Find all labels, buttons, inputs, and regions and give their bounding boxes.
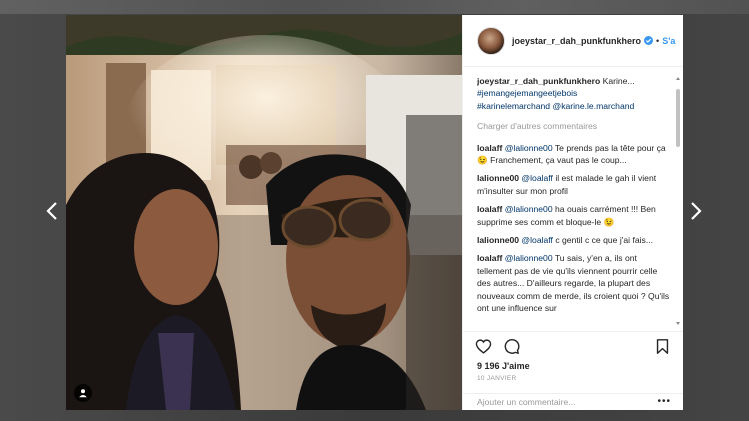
post-modal: joeystar_r_dah_punkfunkhero • S'a joeyst… [66,15,683,410]
header-separator: • [656,35,660,46]
caption: joeystar_r_dah_punkfunkhero Karine... #j… [477,75,671,112]
chevron-left-icon [46,202,57,220]
follow-button[interactable]: S'a [662,36,675,46]
next-post-button[interactable] [686,198,706,224]
comment-item: loalaff @lalionne00 Tu sais, y'en a, ils… [477,252,671,314]
post-photo[interactable] [66,15,462,410]
post-header: joeystar_r_dah_punkfunkhero • S'a [463,15,683,67]
comment-username[interactable]: lalionne00 [477,173,519,183]
hashtag-link[interactable]: #karinelemarchand [477,101,550,111]
comment-bubble-icon[interactable] [503,338,520,355]
chevron-right-icon [691,202,702,220]
add-comment-input[interactable] [477,396,657,408]
scroll-up-arrow-icon[interactable] [676,77,680,80]
comment-item: loalaff @lalionne00 ha ouais carrément !… [477,203,671,228]
comment-list[interactable]: joeystar_r_dah_punkfunkhero Karine... #j… [477,75,671,329]
comment-item: loalaff @lalionne00 Te prends pas la têt… [477,142,671,167]
comment-username[interactable]: loalaff [477,253,502,263]
user-tag-icon[interactable] [74,384,92,402]
comment-item: lalionne00 @loalaff c gentil c ce que j'… [477,234,671,246]
scrollbar-thumb[interactable] [676,89,680,147]
load-more-comments-link[interactable]: Charger d'autres commentaires [477,120,671,132]
avatar[interactable] [477,26,505,55]
post-side-panel: joeystar_r_dah_punkfunkhero • S'a joeyst… [462,15,683,410]
previous-post-button[interactable] [42,198,62,224]
verified-badge-icon [644,36,654,45]
comment-mention[interactable]: @lalionne00 [505,143,553,153]
add-comment-bar: ••• [463,393,683,410]
selfie-photo [66,15,462,410]
bookmark-icon[interactable] [654,338,671,355]
like-count[interactable]: 9 196 J'aime [477,361,530,371]
comment-mention[interactable]: @loalaff [521,235,553,245]
heart-icon[interactable] [475,338,492,355]
header-username[interactable]: joeystar_r_dah_punkfunkhero [512,36,641,46]
comment-mention[interactable]: @loalaff [521,173,553,183]
comment-username[interactable]: loalaff [477,143,502,153]
hashtag-link[interactable]: #jemangejemangeetjebois [477,88,577,98]
caption-username[interactable]: joeystar_r_dah_punkfunkhero [477,76,600,86]
comment-username[interactable]: loalaff [477,204,502,214]
caption-mention[interactable]: @karine.le.marchand [550,101,634,111]
comment-username[interactable]: lalionne00 [477,235,519,245]
post-date[interactable]: 10 JANVIER [477,375,517,382]
comment-mention[interactable]: @lalionne00 [505,204,553,214]
scroll-down-arrow-icon[interactable] [676,322,680,325]
comment-text: c gentil c ce que j'ai fais... [552,235,653,246]
caption-text: Karine... [600,76,635,86]
backdrop-strip [0,0,749,14]
comment-mention[interactable]: @lalionne00 [505,253,553,263]
action-bar [463,331,683,357]
more-options-icon[interactable]: ••• [657,396,671,407]
comment-item: lalionne00 @loalaff il est malade le gah… [477,172,671,197]
